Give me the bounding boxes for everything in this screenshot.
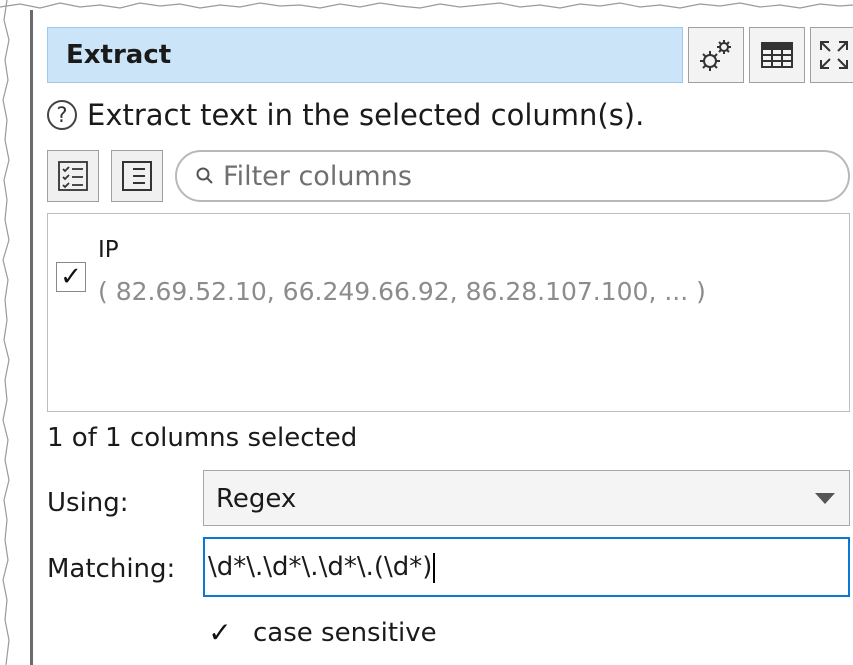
matching-value: \d*\.\d*\.\d*\.(\d*): [208, 552, 436, 583]
filter-placeholder: Filter columns: [223, 160, 412, 192]
screenshot-frame: Extract ? Extract text in the selected c…: [0, 0, 853, 665]
help-text: Extract text in the selected column(s).: [87, 98, 645, 132]
table-icon: [761, 42, 793, 68]
column-sample-values: ( 82.69.52.10, 66.249.66.92, 86.28.107.1…: [98, 277, 706, 306]
checklist-icon: [58, 161, 88, 191]
settings-button[interactable]: [688, 27, 744, 83]
panel-title-bar: Extract: [47, 27, 683, 83]
column-list[interactable]: ✓ IP ( 82.69.52.10, 66.249.66.92, 86.28.…: [47, 213, 850, 412]
column-name: IP: [98, 237, 119, 263]
case-sensitive-label: case sensitive: [253, 618, 437, 648]
search-icon: [196, 167, 213, 184]
gear-icon: [700, 40, 731, 71]
select-all-button[interactable]: [47, 150, 99, 202]
column-checkbox[interactable]: ✓: [56, 262, 86, 292]
using-selected-value: Regex: [216, 484, 297, 514]
selection-status: 1 of 1 columns selected: [47, 423, 358, 453]
case-sensitive-checkbox[interactable]: ✓: [205, 618, 235, 648]
help-row: ? Extract text in the selected column(s)…: [47, 95, 644, 135]
list-icon: [122, 161, 152, 191]
torn-edge-left: [2, 0, 10, 665]
matching-input[interactable]: \d*\.\d*\.\d*\.(\d*): [203, 537, 850, 597]
filter-columns-input[interactable]: Filter columns: [175, 150, 850, 202]
extract-panel: Extract ? Extract text in the selected c…: [30, 10, 853, 665]
dropdown-arrow-icon: [815, 493, 835, 504]
matching-label: Matching:: [47, 554, 176, 584]
matching-text: \d*\.\d*\.\d*\.(\d*): [208, 552, 433, 582]
text-caret: [433, 552, 436, 583]
expand-button[interactable]: [810, 27, 853, 83]
using-dropdown[interactable]: Regex: [203, 470, 850, 526]
using-label: Using:: [47, 488, 129, 518]
question-icon[interactable]: ?: [47, 100, 77, 130]
table-button[interactable]: [749, 27, 805, 83]
select-none-button[interactable]: [111, 150, 163, 202]
expand-icon: [819, 41, 848, 69]
panel-title: Extract: [66, 40, 172, 70]
